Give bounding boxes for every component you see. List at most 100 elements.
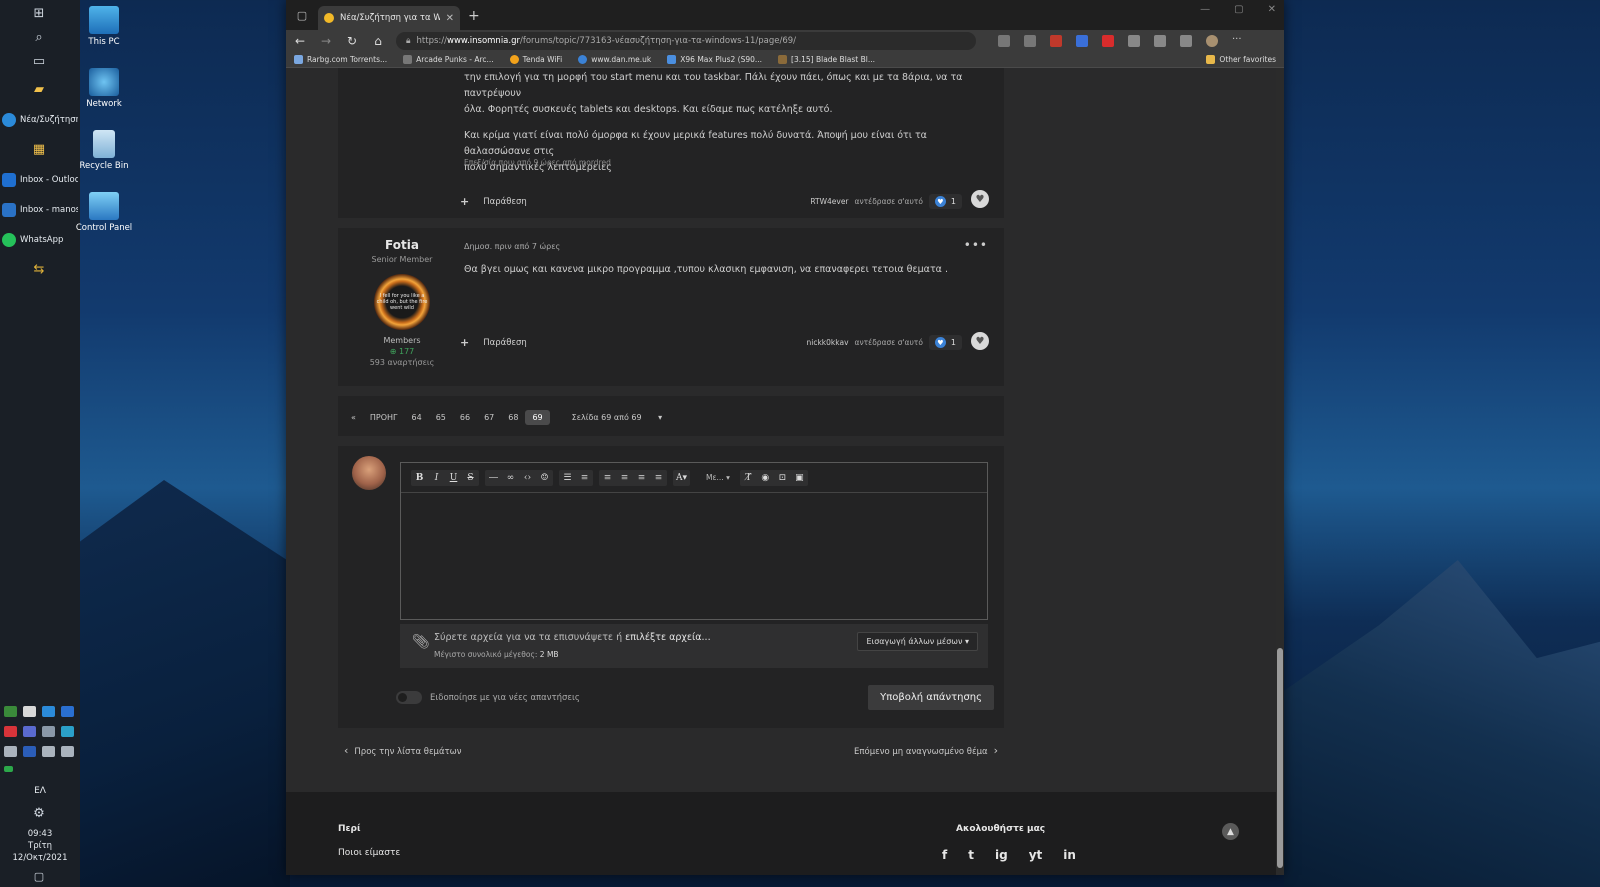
forward-icon[interactable]: → bbox=[318, 34, 334, 48]
settings-icon[interactable]: ⚙ bbox=[28, 806, 50, 824]
network-icon[interactable] bbox=[61, 746, 74, 757]
page-scrollbar[interactable] bbox=[1276, 68, 1284, 875]
quote-button[interactable]: + Παράθεση bbox=[460, 336, 527, 349]
reaction-count[interactable]: ♥ 1 bbox=[928, 335, 962, 350]
preview-icon[interactable]: ◉ bbox=[757, 470, 774, 486]
favorite-item[interactable]: www.dan.me.uk bbox=[578, 55, 651, 64]
new-tab-icon[interactable]: + bbox=[468, 8, 480, 24]
back-icon[interactable]: ← bbox=[292, 34, 308, 48]
tray-icon[interactable] bbox=[42, 726, 55, 737]
link-icon[interactable]: ∞ bbox=[502, 470, 519, 486]
text-color-icon[interactable]: A▾ bbox=[673, 470, 690, 486]
strikethrough-icon[interactable]: S bbox=[462, 470, 479, 486]
facebook-icon[interactable]: f bbox=[942, 848, 947, 862]
page-link[interactable]: 68 bbox=[501, 410, 525, 425]
first-page-link[interactable]: « bbox=[344, 410, 363, 425]
tab-active[interactable]: Νέα/Συζήτηση για τα Windows 11 ✕ bbox=[318, 6, 460, 30]
post-options-icon[interactable]: ••• bbox=[964, 238, 988, 252]
choose-files-link[interactable]: επιλέξτε αρχεία... bbox=[625, 632, 710, 643]
minimize-icon[interactable]: — bbox=[1200, 4, 1210, 15]
align-left-icon[interactable]: ≡ bbox=[599, 470, 616, 486]
favorite-item[interactable]: Arcade Punks - Arc... bbox=[403, 55, 494, 64]
post-date[interactable]: Δημοσ. πριν από 7 ώρες bbox=[464, 242, 560, 251]
clear-format-icon[interactable]: T̸ bbox=[740, 470, 757, 486]
desktop-icon-this-pc[interactable]: This PC bbox=[73, 6, 135, 47]
favorites-icon[interactable] bbox=[1154, 35, 1166, 47]
close-window-icon[interactable]: ✕ bbox=[1268, 4, 1276, 15]
extension-icon[interactable] bbox=[1050, 35, 1062, 47]
taskbar-app-edge[interactable]: Νέα/Συζήτηση... bbox=[2, 110, 78, 130]
notify-toggle[interactable] bbox=[396, 691, 422, 704]
more-icon[interactable]: ··· bbox=[1232, 35, 1242, 47]
emoji-icon[interactable]: ☺ bbox=[536, 470, 553, 486]
scroll-to-top-button[interactable]: ▲ bbox=[1222, 823, 1239, 840]
taskbar-app-outlook-2[interactable]: Inbox - manos... bbox=[2, 200, 78, 220]
font-size-dropdown[interactable]: Με... ▾ bbox=[706, 473, 730, 482]
prev-page-link[interactable]: ΠΡΟΗΓ bbox=[363, 410, 405, 425]
youtube-icon[interactable]: yt bbox=[1029, 848, 1043, 862]
reply-editor[interactable]: B I U S ― ∞ ‹› ☺ ☰ ≡ ≡ ≡ ≡ ≡ A▾ Με... ▾ … bbox=[400, 462, 988, 620]
search-icon[interactable]: ⌕ bbox=[28, 30, 50, 48]
clock[interactable]: 09:43 Τρίτη 12/Οκτ/2021 bbox=[0, 828, 80, 864]
favorite-item[interactable]: X96 Max Plus2 (S90... bbox=[667, 55, 762, 64]
tray-icon[interactable] bbox=[23, 726, 36, 737]
desktop-icon-control-panel[interactable]: Control Panel bbox=[73, 192, 135, 233]
page-link[interactable]: 67 bbox=[477, 410, 501, 425]
reacted-user[interactable]: RTW4ever bbox=[810, 197, 848, 206]
app-icon[interactable]: ⇆ bbox=[28, 262, 50, 280]
attachment-area[interactable]: 📎︎ Σύρετε αρχεία για να τα επισυνάψετε ή… bbox=[400, 624, 988, 668]
tray-icon[interactable] bbox=[4, 706, 17, 717]
maximize-icon[interactable]: ▢ bbox=[1234, 4, 1243, 15]
tray-icon[interactable] bbox=[61, 706, 74, 717]
linkedin-icon[interactable]: in bbox=[1063, 848, 1076, 862]
author-name[interactable]: Fotia bbox=[362, 238, 442, 252]
edge-tray-icon[interactable] bbox=[42, 706, 55, 717]
volume-icon[interactable] bbox=[42, 746, 55, 757]
tray-icon[interactable] bbox=[4, 766, 13, 772]
translate-icon[interactable] bbox=[1076, 35, 1088, 47]
tray-icon[interactable] bbox=[4, 726, 17, 737]
page-link[interactable]: 64 bbox=[405, 410, 429, 425]
refresh-icon[interactable]: ↻ bbox=[344, 34, 360, 48]
page-link[interactable]: 65 bbox=[429, 410, 453, 425]
page-select-dropdown[interactable]: Σελίδα 69 από 69 ▾ bbox=[558, 410, 677, 425]
cloud-icon[interactable] bbox=[23, 706, 36, 717]
current-user-avatar[interactable] bbox=[352, 456, 386, 490]
close-icon[interactable]: ✕ bbox=[446, 13, 454, 24]
taskbar-app-whatsapp[interactable]: WhatsApp bbox=[2, 230, 78, 250]
url-field[interactable]: 🔒︎ https://www.insomnia.gr/forums/topic/… bbox=[396, 32, 976, 50]
image-icon[interactable]: ▣ bbox=[791, 470, 808, 486]
numbered-list-icon[interactable]: ≡ bbox=[576, 470, 593, 486]
page-link-current[interactable]: 69 bbox=[525, 410, 550, 425]
tab-actions-icon[interactable]: ▢ bbox=[292, 5, 312, 25]
other-favorites[interactable]: Other favorites bbox=[1206, 55, 1276, 64]
bold-icon[interactable]: B bbox=[411, 470, 428, 486]
align-right-icon[interactable]: ≡ bbox=[633, 470, 650, 486]
desktop-icon-network[interactable]: Network bbox=[73, 68, 135, 109]
reaction-count[interactable]: ♥ 1 bbox=[928, 194, 962, 209]
react-heart-button[interactable]: ♥ bbox=[971, 332, 989, 350]
footer-about-link[interactable]: Ποιοι είμαστε bbox=[338, 848, 400, 858]
align-center-icon[interactable]: ≡ bbox=[616, 470, 633, 486]
profile-avatar-icon[interactable] bbox=[1206, 35, 1218, 47]
react-heart-button[interactable]: ♥ bbox=[971, 190, 989, 208]
horizontal-rule-icon[interactable]: ― bbox=[485, 470, 502, 486]
favorite-star-icon[interactable] bbox=[1024, 35, 1036, 47]
author-avatar[interactable]: I fell for you like a child oh, but the … bbox=[374, 274, 430, 330]
quote-button[interactable]: + Παράθεση bbox=[460, 195, 527, 208]
tray-icon[interactable] bbox=[61, 726, 74, 737]
notification-icon[interactable]: ▢ bbox=[28, 870, 50, 887]
sync-icon[interactable] bbox=[1128, 35, 1140, 47]
start-icon[interactable]: ⊞ bbox=[28, 6, 50, 24]
submit-reply-button[interactable]: Υποβολή απάντησης bbox=[868, 685, 994, 710]
task-view-icon[interactable]: ▭ bbox=[28, 54, 50, 72]
word-icon[interactable] bbox=[23, 746, 36, 757]
scrollbar-thumb[interactable] bbox=[1277, 648, 1283, 868]
file-explorer-icon[interactable]: ▰ bbox=[28, 82, 50, 100]
extension-icon[interactable] bbox=[1102, 35, 1114, 47]
underline-icon[interactable]: U bbox=[445, 470, 462, 486]
reader-icon[interactable] bbox=[998, 35, 1010, 47]
battery-icon[interactable] bbox=[4, 746, 17, 757]
next-unread-link[interactable]: Επόμενο μη αναγνωσμένο θέμα › bbox=[854, 744, 1004, 757]
page-link[interactable]: 66 bbox=[453, 410, 477, 425]
